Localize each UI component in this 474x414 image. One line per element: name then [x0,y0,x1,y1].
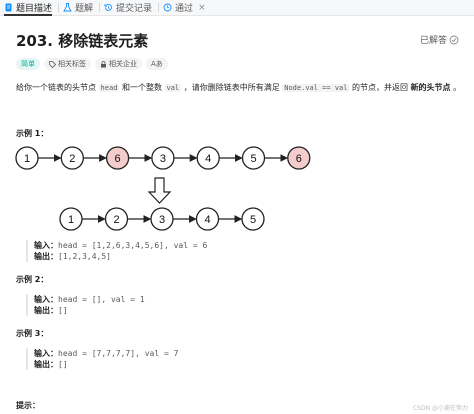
node-value: 1 [24,153,30,165]
tab-description[interactable]: 题目描述 [0,0,58,16]
checkmark-circle-icon [449,35,459,44]
related-companies-button[interactable]: 相关企业 [95,58,142,70]
list-node [151,146,175,170]
tab-solutions[interactable]: 题解 [59,0,99,15]
tab-submissions-label: 提交记录 [116,4,153,14]
input-label: 输入： [34,349,58,358]
output-label: 输出： [34,360,58,369]
list-node [60,146,84,170]
list-node [196,146,220,170]
related-tags-button[interactable]: 相关标签 [44,58,91,70]
input-label: 输入： [34,241,58,250]
history-icon [104,4,112,11]
node-value: 6 [296,153,302,165]
flask-icon [63,3,72,12]
example-2-io: 输入：head = [], val = 1 输出：[] [26,294,145,316]
watermark: CSDN @小谢在努力 [412,405,468,412]
clock-icon [163,3,172,12]
input-value: head = [], val = 1 [58,295,145,304]
related-companies-label: 相关企业 [109,60,137,68]
input-label: 输入： [34,295,58,304]
output-value: [] [58,306,68,315]
desc-text: 。 [453,83,462,92]
problem-title: 203. 移除链表元素 [16,32,149,50]
output-label: 输出： [34,306,58,315]
node-value: 5 [250,153,256,165]
output-label: 输出： [34,252,58,261]
solved-status: 已解答 [420,33,459,46]
example-3-io: 输入：head = [7,7,7,7], val = 7 输出：[] [26,348,178,370]
node-value: 2 [113,214,119,226]
node-value: 4 [205,153,211,165]
list-node [195,207,220,231]
node-value: 5 [250,214,256,226]
solved-status-label: 已解答 [420,36,448,46]
desc-text: 的节点，并返回 [352,83,409,92]
input-value: head = [1,2,6,3,4,5,6], val = 6 [58,241,208,250]
list-node [150,207,174,231]
close-tab-icon[interactable]: × [198,3,206,13]
list-node [59,207,83,231]
list-before: 1 2 6 3 4 5 6 [15,146,311,170]
code-val: val [164,84,182,92]
node-value: 3 [160,153,166,165]
list-node [241,146,266,170]
hint-title: 提示： [16,401,40,410]
desc-bold-text: 新的头节点 [410,83,451,92]
tab-bar: 题目描述 题解 提交记录 通过 × [0,0,474,16]
removed-node [105,146,130,170]
desc-text: 给你一个链表的头节点 [16,83,96,92]
node-value: 3 [159,214,165,226]
tab-accepted[interactable]: 通过 × [159,0,212,15]
list-node [104,207,129,231]
code-head: head [98,84,120,92]
example-1-title: 示例 1： [16,129,49,138]
list-after: 1 2 3 4 5 [59,207,265,231]
input-value: head = [7,7,7,7], val = 7 [58,349,179,358]
output-value: [1,2,3,4,5] [58,252,111,261]
list-node [15,146,39,170]
related-tags-label: 相关标签 [58,60,86,68]
example-2-title: 示例 2： [16,275,49,284]
node-value: 6 [115,153,121,165]
tag-icon [49,60,56,68]
list-node [241,207,265,231]
desc-text: ，请你删除链表中所有满足 [183,83,280,92]
tab-accepted-label: 通过 [175,4,194,14]
font-size-button[interactable]: Aあ [146,58,168,70]
node-value: 4 [204,214,210,226]
difficulty-badge[interactable]: 简单 [16,58,40,70]
tab-solutions-label: 题解 [75,4,94,14]
problem-description: 给你一个链表的头节点 head 和一个整数 val ，请你删除链表中所有满足 N… [16,82,464,94]
code-condition: Node.val == val [282,84,350,92]
node-value: 1 [68,214,74,226]
tag-row: 简单 相关标签 相关企业 Aあ [16,58,168,70]
output-value: [] [58,360,68,369]
example-1-io: 输入：head = [1,2,6,3,4,5,6], val = 6 输出：[1… [26,240,207,262]
node-value: 2 [69,153,75,165]
document-icon [5,3,12,12]
desc-text: 和一个整数 [121,83,162,92]
tab-submissions[interactable]: 提交记录 [100,0,158,15]
down-arrow-icon [147,177,172,204]
example-3-title: 示例 3： [16,329,49,338]
lock-icon [101,60,106,67]
removed-node [287,146,311,170]
tab-description-label: 题目描述 [16,4,53,14]
